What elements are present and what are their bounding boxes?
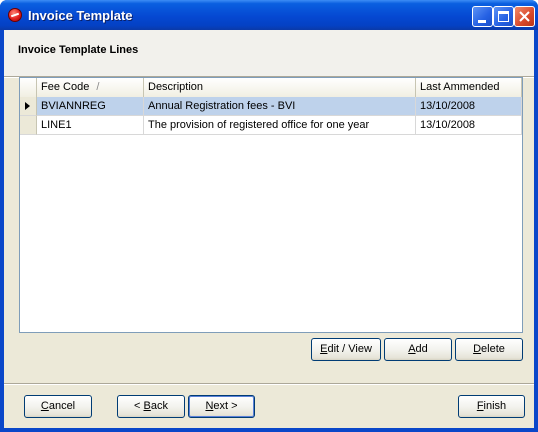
finish-button[interactable]: Finish bbox=[458, 395, 525, 418]
dialog-window: Invoice Template Invoice Template Lines … bbox=[0, 0, 538, 432]
btn-accel-key: B bbox=[143, 400, 151, 412]
footer-divider bbox=[4, 383, 534, 385]
cell-description[interactable]: The provision of registered office for o… bbox=[144, 116, 416, 135]
sort-indicator-icon: / bbox=[96, 81, 100, 93]
cell-description[interactable]: Annual Registration fees - BVI bbox=[144, 97, 416, 116]
cell-last-ammended[interactable]: 13/10/2008 bbox=[416, 116, 522, 135]
grid-header: Fee Code / Description Last Ammended bbox=[20, 78, 522, 98]
header-band: Invoice Template Lines bbox=[4, 30, 534, 77]
close-icon bbox=[519, 11, 530, 22]
column-header-label: Fee Code bbox=[41, 81, 90, 93]
column-header-last-ammended[interactable]: Last Ammended bbox=[416, 78, 522, 97]
btn-accel-key: C bbox=[40, 400, 49, 412]
column-header-description[interactable]: Description bbox=[144, 78, 416, 97]
column-header-label: Last Ammended bbox=[420, 81, 500, 93]
title-bar[interactable]: Invoice Template bbox=[0, 0, 538, 30]
next-button[interactable]: Next > bbox=[188, 395, 255, 418]
section-title: Invoice Template Lines bbox=[18, 44, 139, 56]
invoice-lines-grid[interactable]: Fee Code / Description Last Ammended BVI… bbox=[19, 77, 523, 333]
window-title: Invoice Template bbox=[28, 8, 133, 23]
btn-accel-key: F bbox=[476, 400, 484, 412]
btn-label-post: inish bbox=[483, 400, 507, 412]
btn-accel-key: D bbox=[473, 343, 482, 355]
btn-label-post: ack bbox=[150, 400, 168, 412]
table-row[interactable]: BVIANNREG Annual Registration fees - BVI… bbox=[20, 97, 522, 116]
btn-label-post: elete bbox=[481, 343, 505, 355]
back-button[interactable]: < Back bbox=[117, 395, 185, 418]
btn-accel-key: A bbox=[408, 343, 416, 355]
row-header-corner bbox=[20, 78, 37, 97]
btn-label-pre: < bbox=[134, 400, 144, 412]
btn-label-post: ext > bbox=[213, 400, 238, 412]
current-row-arrow-icon bbox=[25, 102, 30, 110]
column-header-fee-code[interactable]: Fee Code / bbox=[37, 78, 144, 97]
table-row[interactable]: LINE1 The provision of registered office… bbox=[20, 116, 522, 135]
row-selector[interactable] bbox=[20, 116, 37, 135]
cell-fee-code[interactable]: BVIANNREG bbox=[37, 97, 144, 116]
column-header-label: Description bbox=[148, 81, 204, 93]
btn-label-post: dd bbox=[415, 343, 428, 355]
delete-button[interactable]: Delete bbox=[455, 338, 523, 361]
row-selector[interactable] bbox=[20, 97, 37, 116]
dialog-body: Invoice Template Lines Fee Code / Descri… bbox=[4, 30, 534, 428]
maximize-button[interactable] bbox=[493, 6, 514, 27]
btn-label-post: ancel bbox=[48, 400, 76, 412]
minimize-icon bbox=[478, 20, 486, 23]
cell-last-ammended[interactable]: 13/10/2008 bbox=[416, 97, 522, 116]
close-button[interactable] bbox=[514, 6, 535, 27]
cancel-button[interactable]: Cancel bbox=[24, 395, 92, 418]
maximize-icon bbox=[498, 11, 509, 22]
edit-view-button[interactable]: Edit / View bbox=[311, 338, 381, 361]
cell-fee-code[interactable]: LINE1 bbox=[37, 116, 144, 135]
app-icon bbox=[8, 8, 22, 22]
minimize-button[interactable] bbox=[472, 6, 493, 27]
btn-label-post: dit / View bbox=[327, 343, 372, 355]
add-button[interactable]: Add bbox=[384, 338, 452, 361]
